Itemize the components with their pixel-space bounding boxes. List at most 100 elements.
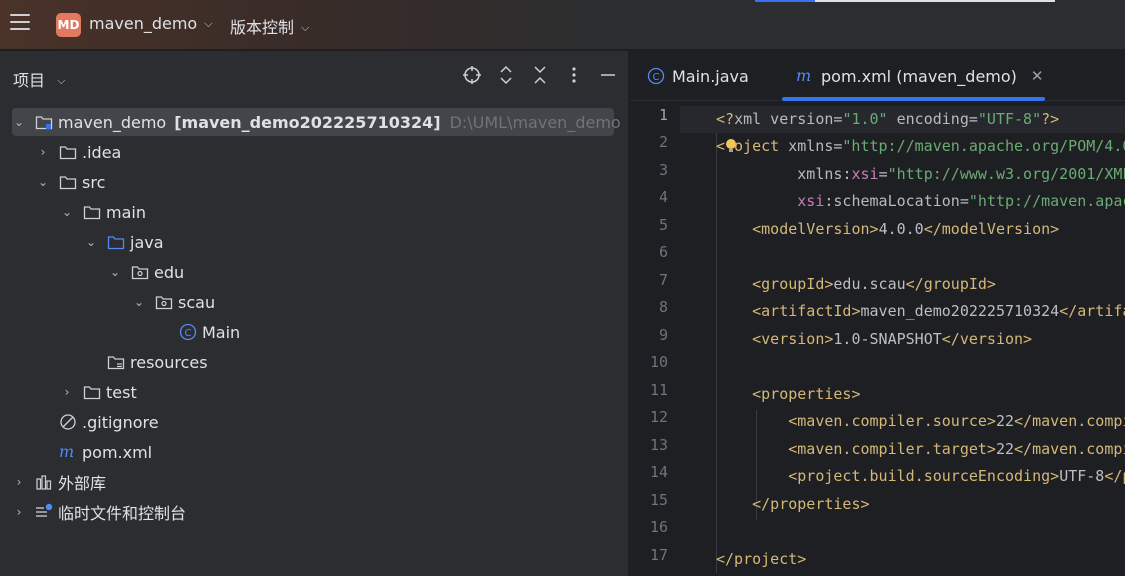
tree-item-pom[interactable]: m pom.xml [36,438,614,466]
toolbar-strip [815,0,1055,2]
module-folder-icon [34,112,54,132]
svg-text:C: C [653,72,660,83]
main-menu-icon[interactable] [10,14,30,34]
line-number: 6 [658,243,668,261]
tree-item-label: pom.xml [82,442,153,462]
code-line[interactable]: < oject xmlns="http://maven.apache.org/PO… [716,133,1125,160]
tree-item-edu[interactable]: ⌄ edu [108,258,614,286]
tree-item-label: .idea [82,142,122,162]
chevron-right-icon[interactable]: › [12,505,26,519]
code-line[interactable]: <?xml version="1.0" encoding="UTF-8"?> [716,106,1059,133]
code-line[interactable]: xsi:schemaLocation="http://maven.apache.… [716,188,1125,215]
java-class-icon: C [178,322,198,342]
resources-folder-icon [106,352,126,372]
tree-item-label: resources [130,352,208,372]
project-panel-title-label: 项目 [13,71,46,90]
vcs-label: 版本控制 [230,18,295,37]
tab-pom-xml[interactable]: m pom.xml (maven_demo) ✕ [795,51,1043,101]
project-badge: MD [56,13,81,37]
line-number: 2 [658,133,668,151]
svg-text:m: m [59,443,74,461]
tree-item-main[interactable]: ⌄ main [60,198,614,226]
line-number: 13 [649,436,668,454]
line-number: 9 [658,326,668,344]
tree-item-maven-demo[interactable]: ⌄ maven_demo [maven_demo202225710324] D:… [12,108,621,136]
chevron-right-icon[interactable]: › [12,475,26,489]
chevron-down-icon: ⌵ [204,17,213,30]
svg-text:m: m [796,67,811,85]
tab-label: Main.java [672,66,749,86]
code-line[interactable]: <modelVersion>4.0.0</modelVersion> [716,216,1059,243]
chevron-down-icon[interactable]: ⌄ [60,205,74,219]
tree-item-test[interactable]: › test [60,378,614,406]
line-number: 14 [649,463,668,481]
code-line[interactable]: <project.build.sourceEncoding>UTF-8</pro… [716,463,1125,490]
chevron-down-icon: ⌵ [57,74,66,87]
project-selector[interactable]: maven_demo ⌵ [89,14,213,33]
tree-item-label: main [106,202,146,222]
tree-item-label: 外部库 [58,474,107,493]
close-icon[interactable]: ✕ [1031,67,1044,85]
ignored-file-icon [58,412,78,432]
code-line[interactable]: </properties> [716,491,869,518]
tree-item-scratches[interactable]: › 临时文件和控制台 [12,498,614,526]
code-line[interactable]: <version>1.0-SNAPSHOT</version> [716,326,1032,353]
tree-item-label: edu [154,262,185,282]
tree-item-resources[interactable]: resources [84,348,614,376]
code-line[interactable]: <groupId>edu.scau</groupId> [716,271,996,298]
java-class-icon: C [646,66,666,86]
tab-label: pom.xml (maven_demo) [821,66,1017,86]
chevron-down-icon[interactable]: ⌄ [108,265,122,279]
code-line[interactable]: </project> [716,546,806,573]
code-line[interactable]: <artifactId>maven_demo202225710324</arti… [716,298,1125,325]
chevron-right-icon[interactable]: › [60,385,74,399]
folder-icon [82,382,102,402]
chevron-right-icon[interactable]: › [36,145,50,159]
tree-item-label: test [106,382,137,402]
chevron-down-icon[interactable]: ⌄ [84,235,98,249]
line-number: 7 [658,271,668,289]
package-icon [154,292,174,312]
chevron-down-icon[interactable]: ⌄ [132,295,146,309]
chevron-down-icon[interactable]: ⌄ [36,175,50,189]
code-line[interactable]: <properties> [716,381,860,408]
expand-all-icon[interactable] [496,65,516,87]
line-number: 8 [658,298,668,316]
tree-item-main-class[interactable]: C Main [156,318,614,346]
line-number: 15 [649,491,668,509]
tree-item-java[interactable]: ⌄ java [84,228,614,256]
code-line[interactable]: xmlns:xsi="http://www.w3.org/2001/XMLSch… [716,161,1125,188]
tree-item-scau[interactable]: ⌄ scau [132,288,614,316]
tree-item-label: 临时文件和控制台 [58,504,187,523]
collapse-all-icon[interactable] [530,65,550,87]
vcs-menu[interactable]: 版本控制 ⌵ [230,14,309,38]
toolbar-highlight [755,0,815,2]
line-number: 1 [658,106,668,124]
code-area[interactable]: <?xml version="1.0" encoding="UTF-8"?> < o… [716,103,1125,576]
maven-icon: m [795,66,815,86]
tree-item-idea[interactable]: › .idea [36,138,614,166]
line-number: 5 [658,216,668,234]
line-number: 10 [649,353,668,371]
tab-main-java[interactable]: C Main.java [646,51,749,101]
code-line[interactable]: <maven.compiler.target>22</maven.compile… [716,436,1125,463]
tree-item-label: .gitignore [82,412,159,432]
line-number: 4 [658,188,668,206]
minimize-icon[interactable] [598,65,618,87]
source-folder-icon [106,232,126,252]
tree-item-gitignore[interactable]: .gitignore [36,408,614,436]
project-panel: 项目 ⌵ ⌄ maven_demo [maven_demo20222571032… [0,51,628,576]
more-options-icon[interactable] [564,65,584,87]
editor-tabs: C Main.java m pom.xml (maven_demo) ✕ [630,51,1125,101]
locate-icon[interactable] [462,65,482,87]
tree-item-label: Main [202,322,241,342]
lightbulb-icon[interactable] [725,136,737,152]
scratches-icon [34,502,54,522]
chevron-down-icon: ⌵ [301,21,310,34]
active-tab-indicator [782,97,1045,101]
tree-item-external-libraries[interactable]: › 外部库 [12,468,614,496]
chevron-down-icon[interactable]: ⌄ [12,115,26,129]
tree-item-src[interactable]: ⌄ src [36,168,614,196]
code-line[interactable]: <maven.compiler.source>22</maven.compile… [716,408,1125,435]
project-panel-title[interactable]: 项目 ⌵ [13,67,65,91]
